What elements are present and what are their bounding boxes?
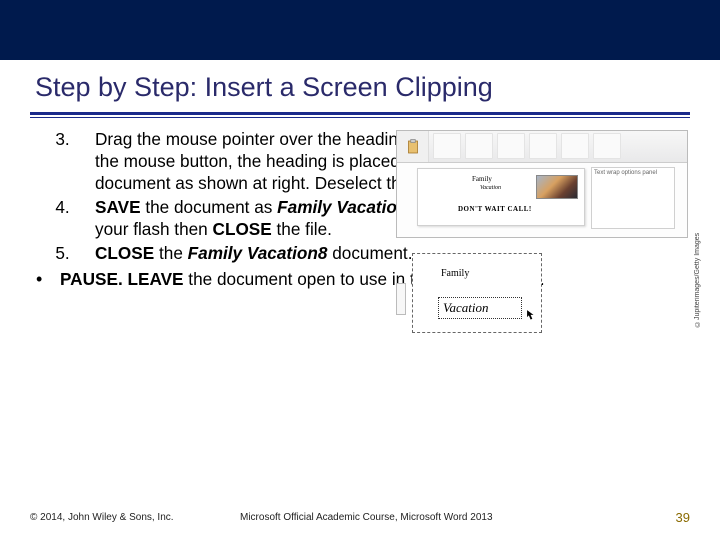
- text-bold: SAVE: [95, 197, 145, 217]
- title-rule-thick: [30, 112, 690, 115]
- ribbon-button: [561, 133, 589, 159]
- text: Drag the mouse pointer over the heading,: [95, 129, 417, 149]
- document-body: Family Vacation DON'T WAIT CALL! Text wr…: [417, 165, 677, 231]
- flyer-callout: DON'T WAIT CALL!: [458, 205, 532, 213]
- text-bold: CLOSE: [213, 219, 277, 239]
- ribbon-button: [497, 133, 525, 159]
- flyer-page: Family Vacation DON'T WAIT CALL!: [417, 168, 585, 226]
- text: the: [159, 243, 188, 263]
- title-rule-thin: [30, 117, 690, 118]
- ribbon-button: [529, 133, 557, 159]
- page-number: 39: [650, 510, 690, 525]
- ribbon-button: [465, 133, 493, 159]
- screenshot-illustration: Family Vacation DON'T WAIT CALL! Text wr…: [396, 130, 688, 352]
- flyer-photo: [536, 175, 578, 199]
- text: the file.: [277, 219, 332, 239]
- clipping-callout: Family Vacation: [396, 245, 586, 345]
- bullet-icon: •: [30, 268, 60, 291]
- text: the document as: [145, 197, 277, 217]
- ribbon: [397, 131, 687, 163]
- wrap-text-panel: Text wrap options panel: [591, 167, 675, 229]
- slide: Step by Step: Insert a Screen Clipping 3…: [0, 0, 720, 540]
- clip-subheading: Vacation: [443, 300, 489, 316]
- image-attribution: ©Jupiterimages/Getty Images: [694, 220, 704, 340]
- ribbon-button: [433, 133, 461, 159]
- paste-icon: [397, 131, 429, 162]
- step-number: 3.: [30, 128, 95, 194]
- clip-heading: Family: [441, 268, 469, 279]
- flyer-subtitle: Vacation: [480, 185, 501, 191]
- slide-title: Step by Step: Insert a Screen Clipping: [35, 72, 493, 103]
- cursor-icon: [523, 309, 537, 323]
- dashed-clipping-box: Family Vacation: [412, 253, 542, 333]
- text-bold-italic: Family Vacation8: [188, 243, 333, 263]
- top-bar: [0, 0, 720, 60]
- flyer-title: Family: [472, 175, 492, 183]
- word-window-mock: Family Vacation DON'T WAIT CALL! Text wr…: [396, 130, 688, 238]
- text-bold: CLOSE: [95, 243, 159, 263]
- ribbon-buttons: [429, 131, 687, 162]
- footer: © 2014, John Wiley & Sons, Inc. Microsof…: [30, 508, 690, 526]
- copyright: © 2014, John Wiley & Sons, Inc.: [30, 512, 210, 523]
- step-number: 4.: [30, 196, 95, 240]
- text-bold: PAUSE. LEAVE: [60, 269, 188, 289]
- course-name: Microsoft Official Academic Course, Micr…: [210, 512, 650, 523]
- step-number: 5.: [30, 242, 95, 264]
- ribbon-button: [593, 133, 621, 159]
- page-handle: [396, 283, 406, 315]
